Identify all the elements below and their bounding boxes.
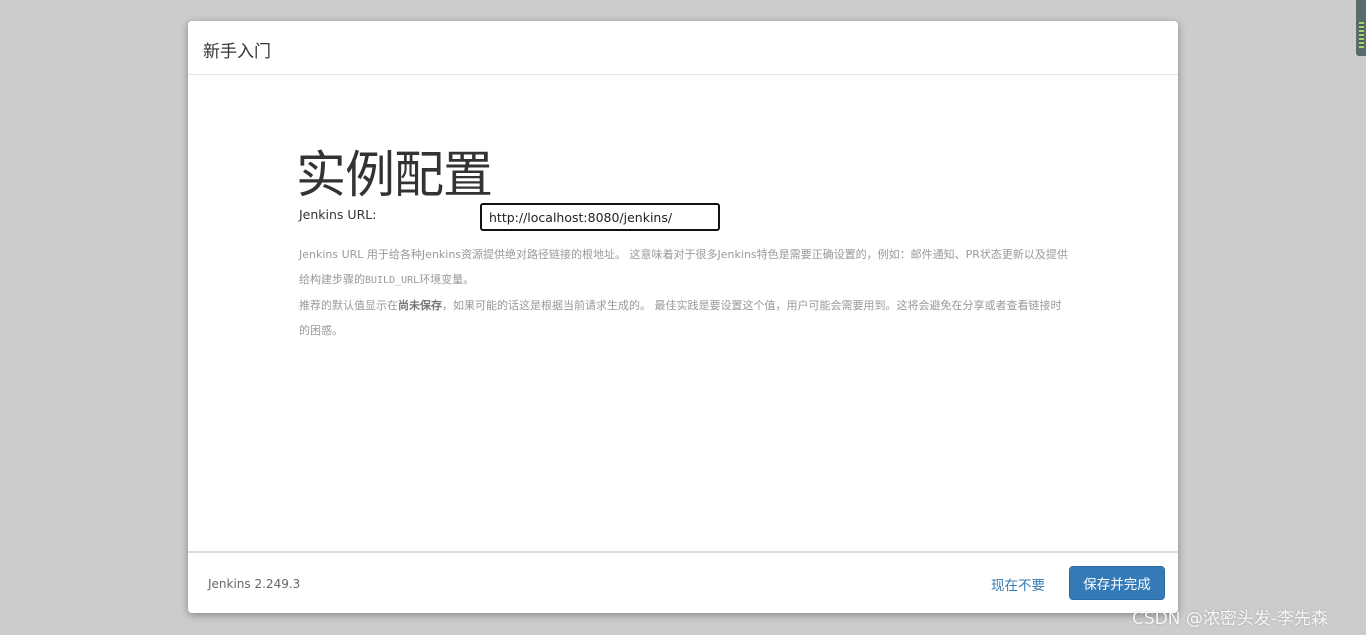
setup-wizard-dialog: 新手入门 实例配置 Jenkins URL: Jenkins URL 用于给各种… bbox=[188, 21, 1178, 613]
help-paragraph-url: Jenkins URL 用于给各种Jenkins资源提供绝对路径链接的根地址。 … bbox=[299, 248, 1068, 286]
scrollbar-handle[interactable] bbox=[1356, 0, 1366, 56]
csdn-watermark: CSDN @浓密头发-李先森 bbox=[1132, 609, 1329, 629]
jenkins-url-label: Jenkins URL: bbox=[299, 207, 377, 222]
save-and-finish-button[interactable]: 保存并完成 bbox=[1069, 566, 1165, 600]
jenkins-url-input[interactable] bbox=[480, 203, 720, 231]
not-saved-emphasis: 尚未保存 bbox=[398, 299, 442, 312]
dialog-footer: Jenkins 2.249.3 现在不要 保存并完成 bbox=[188, 551, 1178, 613]
dialog-title: 新手入门 bbox=[203, 42, 271, 62]
skip-link[interactable]: 现在不要 bbox=[991, 574, 1045, 594]
help-text: Jenkins URL 用于给各种Jenkins资源提供绝对路径链接的根地址。 … bbox=[299, 242, 1069, 343]
help-paragraph-default: 推荐的默认值显示在尚未保存，如果可能的话这是根据当前请求生成的。 最佳实践是要设… bbox=[299, 299, 1062, 337]
dialog-body: 实例配置 Jenkins URL: Jenkins URL 用于给各种Jenki… bbox=[188, 75, 1178, 551]
dialog-header: 新手入门 bbox=[188, 21, 1178, 75]
build-url-code: BUILD_URL bbox=[365, 275, 420, 286]
jenkins-version: Jenkins 2.249.3 bbox=[208, 577, 301, 591]
page-heading: 实例配置 bbox=[296, 146, 493, 204]
